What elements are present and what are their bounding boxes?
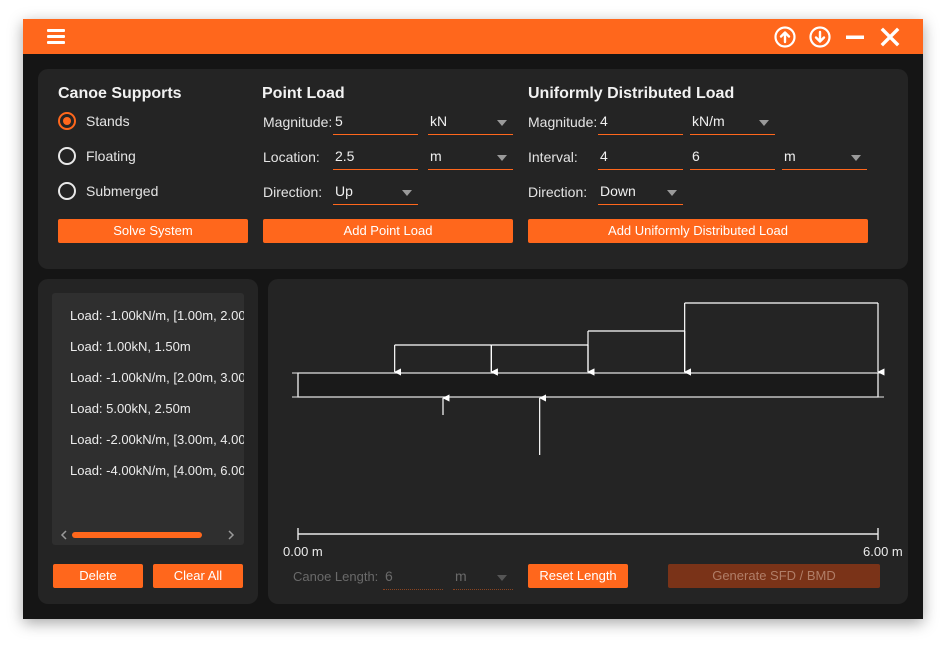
point-magnitude-label: Magnitude: <box>263 114 333 130</box>
select-value: m <box>784 148 796 164</box>
list-item[interactable]: Load: 5.00kN, 2.50m <box>70 401 191 416</box>
udl-interval-unit-select[interactable]: m <box>782 146 867 170</box>
udl-direction-label: Direction: <box>528 184 588 200</box>
add-udl-button[interactable]: Add Uniformly Distributed Load <box>528 219 868 243</box>
canoe-body <box>297 372 879 398</box>
chevron-down-icon <box>497 120 507 126</box>
arrow-down-circle-icon[interactable] <box>808 25 832 49</box>
controls-panel: Canoe Supports Stands Floating Submerged… <box>38 69 908 269</box>
select-value: m <box>430 148 442 164</box>
minimize-icon[interactable] <box>843 25 867 49</box>
list-item[interactable]: Load: -2.00kN/m, [3.00m, 4.00m] <box>70 432 244 447</box>
app-window: Canoe Supports Stands Floating Submerged… <box>23 19 923 619</box>
list-item[interactable]: Load: -1.00kN/m, [2.00m, 3.00m] <box>70 370 244 385</box>
select-value: kN <box>430 113 448 129</box>
radio-floating[interactable]: Floating <box>58 147 136 165</box>
chevron-left-icon[interactable] <box>60 529 68 541</box>
radio-label: Stands <box>86 113 130 129</box>
horizontal-scrollbar[interactable] <box>72 532 202 538</box>
udl-magnitude-input[interactable]: 4 <box>598 111 683 135</box>
load-list[interactable]: Load: -1.00kN/m, [1.00m, 2.00m] Load: 1.… <box>52 293 244 545</box>
close-icon[interactable] <box>878 25 902 49</box>
chevron-right-icon[interactable] <box>227 529 235 541</box>
chevron-down-icon <box>759 120 769 126</box>
load-list-panel: Load: -1.00kN/m, [1.00m, 2.00m] Load: 1.… <box>38 279 258 604</box>
udl-magnitude-unit-select[interactable]: kN/m <box>690 111 775 135</box>
radio-stands[interactable]: Stands <box>58 112 130 130</box>
clear-all-button[interactable]: Clear All <box>153 564 243 588</box>
radio-button[interactable] <box>58 182 76 200</box>
point-magnitude-unit-select[interactable]: kN <box>428 111 513 135</box>
chevron-down-icon <box>851 155 861 161</box>
select-value: m <box>455 568 467 584</box>
canoe-length-input[interactable]: 6 <box>383 566 443 590</box>
dimension-end-label: 6.00 m <box>863 544 903 559</box>
add-point-load-button[interactable]: Add Point Load <box>263 219 513 243</box>
udl-interval-label: Interval: <box>528 149 578 165</box>
hamburger-menu-icon[interactable] <box>47 29 65 44</box>
supports-heading: Canoe Supports <box>58 85 182 102</box>
point-location-unit-select[interactable]: m <box>428 146 513 170</box>
udl-direction-select[interactable]: Down <box>598 181 683 205</box>
point-direction-select[interactable]: Up <box>333 181 418 205</box>
list-item[interactable]: Load: -4.00kN/m, [4.00m, 6.00m] <box>70 463 244 478</box>
point-load-heading: Point Load <box>262 85 345 102</box>
solve-system-button[interactable]: Solve System <box>58 219 248 243</box>
chevron-down-icon <box>497 155 507 161</box>
generate-sfd-bmd-button[interactable]: Generate SFD / BMD <box>668 564 880 588</box>
chevron-down-icon <box>497 575 507 581</box>
udl-interval-end-input[interactable]: 6 <box>690 146 775 170</box>
delete-button[interactable]: Delete <box>53 564 143 588</box>
point-location-input[interactable]: 2.5 <box>333 146 418 170</box>
udl-heading: Uniformly Distributed Load <box>528 85 735 102</box>
list-item[interactable]: Load: 1.00kN, 1.50m <box>70 339 191 354</box>
radio-label: Floating <box>86 148 136 164</box>
udl-magnitude-label: Magnitude: <box>528 114 598 130</box>
radio-button[interactable] <box>58 147 76 165</box>
select-value: Down <box>600 183 636 199</box>
load-diagram <box>292 302 885 540</box>
radio-button-selected[interactable] <box>58 112 76 130</box>
point-location-label: Location: <box>263 149 320 165</box>
radio-submerged[interactable]: Submerged <box>58 182 158 200</box>
arrow-up-circle-icon[interactable] <box>773 25 797 49</box>
dimension-start-label: 0.00 m <box>283 544 323 559</box>
udl-interval-start-input[interactable]: 4 <box>598 146 683 170</box>
chevron-down-icon <box>402 190 412 196</box>
reset-length-button[interactable]: Reset Length <box>528 564 628 588</box>
chevron-down-icon <box>667 190 677 196</box>
canoe-length-unit-select[interactable]: m <box>453 566 513 590</box>
list-item[interactable]: Load: -1.00kN/m, [1.00m, 2.00m] <box>70 308 244 323</box>
title-bar <box>23 19 923 54</box>
select-value: Up <box>335 183 353 199</box>
radio-label: Submerged <box>86 183 159 199</box>
point-magnitude-input[interactable]: 5 <box>333 111 418 135</box>
select-value: kN/m <box>692 113 725 129</box>
canoe-length-label: Canoe Length: <box>293 569 379 584</box>
diagram-panel: 0.00 m 6.00 m Canoe Length: 6 m Reset Le… <box>268 279 908 604</box>
point-direction-label: Direction: <box>263 184 323 200</box>
